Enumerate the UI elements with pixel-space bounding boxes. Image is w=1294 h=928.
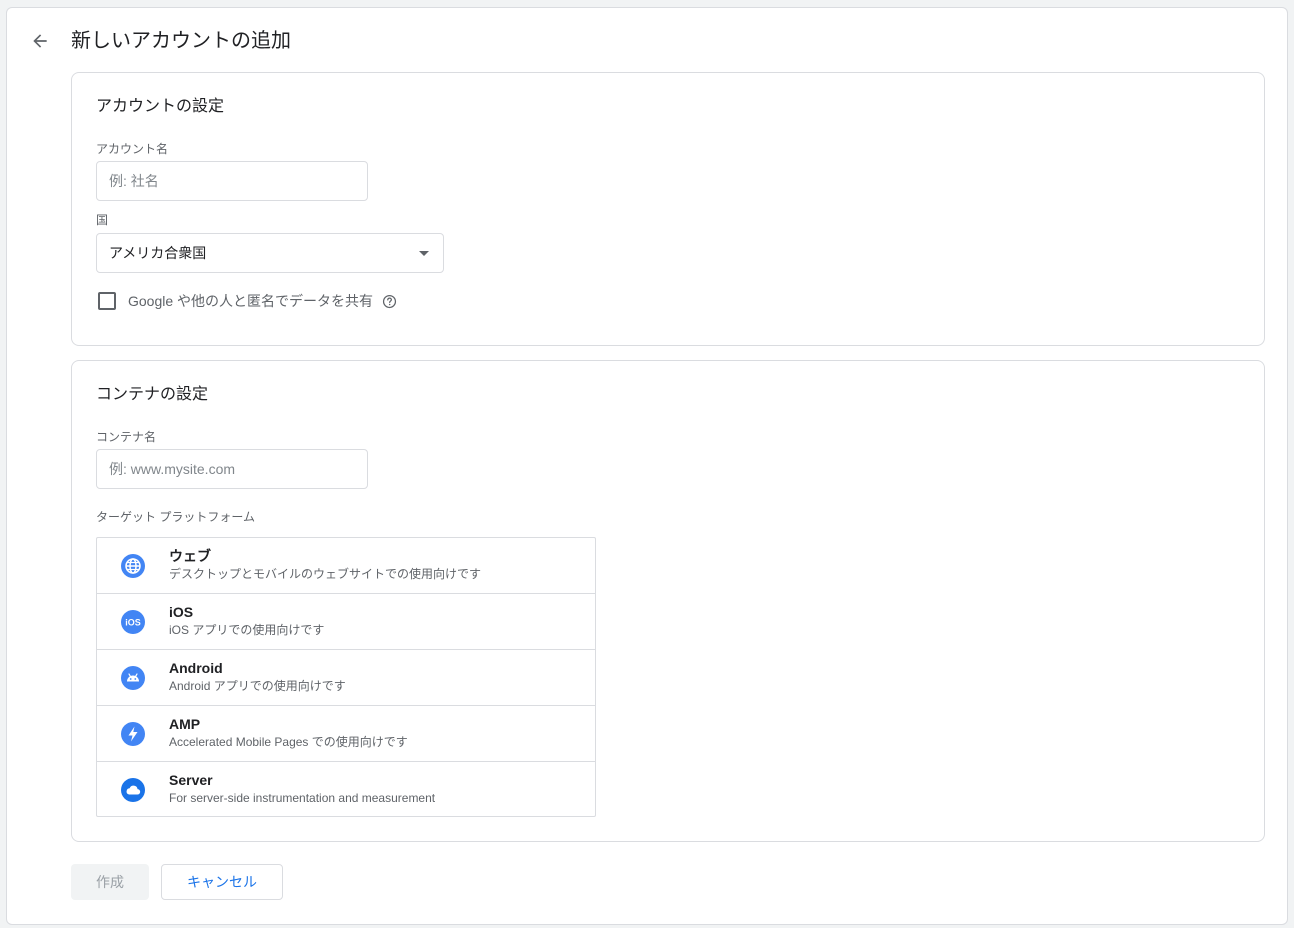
platform-item-web[interactable]: ウェブ デスクトップとモバイルのウェブサイトでの使用向けです bbox=[97, 538, 595, 594]
share-data-checkbox[interactable] bbox=[98, 292, 116, 310]
add-account-page: 新しいアカウントの追加 アカウントの設定 アカウント名 国 アメリカ合衆国 Go… bbox=[6, 7, 1288, 925]
platform-description: Accelerated Mobile Pages での使用向けです bbox=[169, 735, 408, 749]
target-platform-label: ターゲット プラットフォーム bbox=[96, 510, 255, 524]
platform-name: ウェブ bbox=[169, 548, 211, 564]
platform-description: Android アプリでの使用向けです bbox=[169, 679, 346, 693]
cloud-icon bbox=[121, 778, 145, 802]
create-button[interactable]: 作成 bbox=[71, 864, 149, 900]
platform-item-android[interactable]: Android Android アプリでの使用向けです bbox=[97, 650, 595, 706]
globe-icon bbox=[121, 554, 145, 578]
container-name-label: コンテナ名 bbox=[96, 430, 157, 444]
platform-list: ウェブ デスクトップとモバイルのウェブサイトでの使用向けです iOS iOS i… bbox=[96, 537, 596, 817]
platform-item-ios[interactable]: iOS iOS iOS アプリでの使用向けです bbox=[97, 594, 595, 650]
platform-name: Server bbox=[169, 772, 213, 788]
platform-description: For server-side instrumentation and meas… bbox=[169, 791, 436, 805]
arrow-back-icon bbox=[33, 34, 47, 48]
platform-name: iOS bbox=[169, 604, 194, 620]
platform-name: AMP bbox=[169, 716, 201, 732]
account-settings-card: アカウントの設定 アカウント名 国 アメリカ合衆国 Google や他の人と匿名… bbox=[71, 72, 1265, 346]
svg-text:iOS: iOS bbox=[125, 618, 141, 628]
container-settings-title: コンテナの設定 bbox=[96, 386, 209, 403]
country-label: 国 bbox=[96, 213, 109, 227]
page-title: 新しいアカウントの追加 bbox=[71, 30, 291, 52]
container-settings-card: コンテナの設定 コンテナ名 ターゲット プラットフォーム ウェブ デスクト bbox=[71, 360, 1265, 842]
country-select-value: アメリカ合衆国 bbox=[109, 245, 207, 261]
platform-description: iOS アプリでの使用向けです bbox=[169, 623, 325, 637]
dropdown-arrow-icon bbox=[419, 250, 429, 256]
country-select[interactable]: アメリカ合衆国 bbox=[96, 233, 444, 273]
platform-name: Android bbox=[169, 660, 223, 676]
amp-icon bbox=[121, 722, 145, 746]
share-data-row: Google や他の人と匿名でデータを共有 bbox=[98, 291, 397, 311]
platform-item-amp[interactable]: AMP Accelerated Mobile Pages での使用向けです bbox=[97, 706, 595, 762]
android-icon bbox=[121, 666, 145, 690]
account-name-input[interactable] bbox=[96, 161, 368, 201]
platform-item-server[interactable]: Server For server-side instrumentation a… bbox=[97, 762, 595, 818]
platform-description: デスクトップとモバイルのウェブサイトでの使用向けです bbox=[169, 567, 482, 581]
account-settings-title: アカウントの設定 bbox=[96, 98, 225, 115]
back-button[interactable] bbox=[27, 28, 53, 54]
ios-icon: iOS bbox=[121, 610, 145, 634]
share-data-label: Google や他の人と匿名でデータを共有 bbox=[128, 293, 374, 309]
account-name-label: アカウント名 bbox=[96, 142, 169, 156]
cancel-button[interactable]: キャンセル bbox=[161, 864, 283, 900]
container-name-input[interactable] bbox=[96, 449, 368, 489]
help-icon[interactable] bbox=[381, 293, 397, 309]
